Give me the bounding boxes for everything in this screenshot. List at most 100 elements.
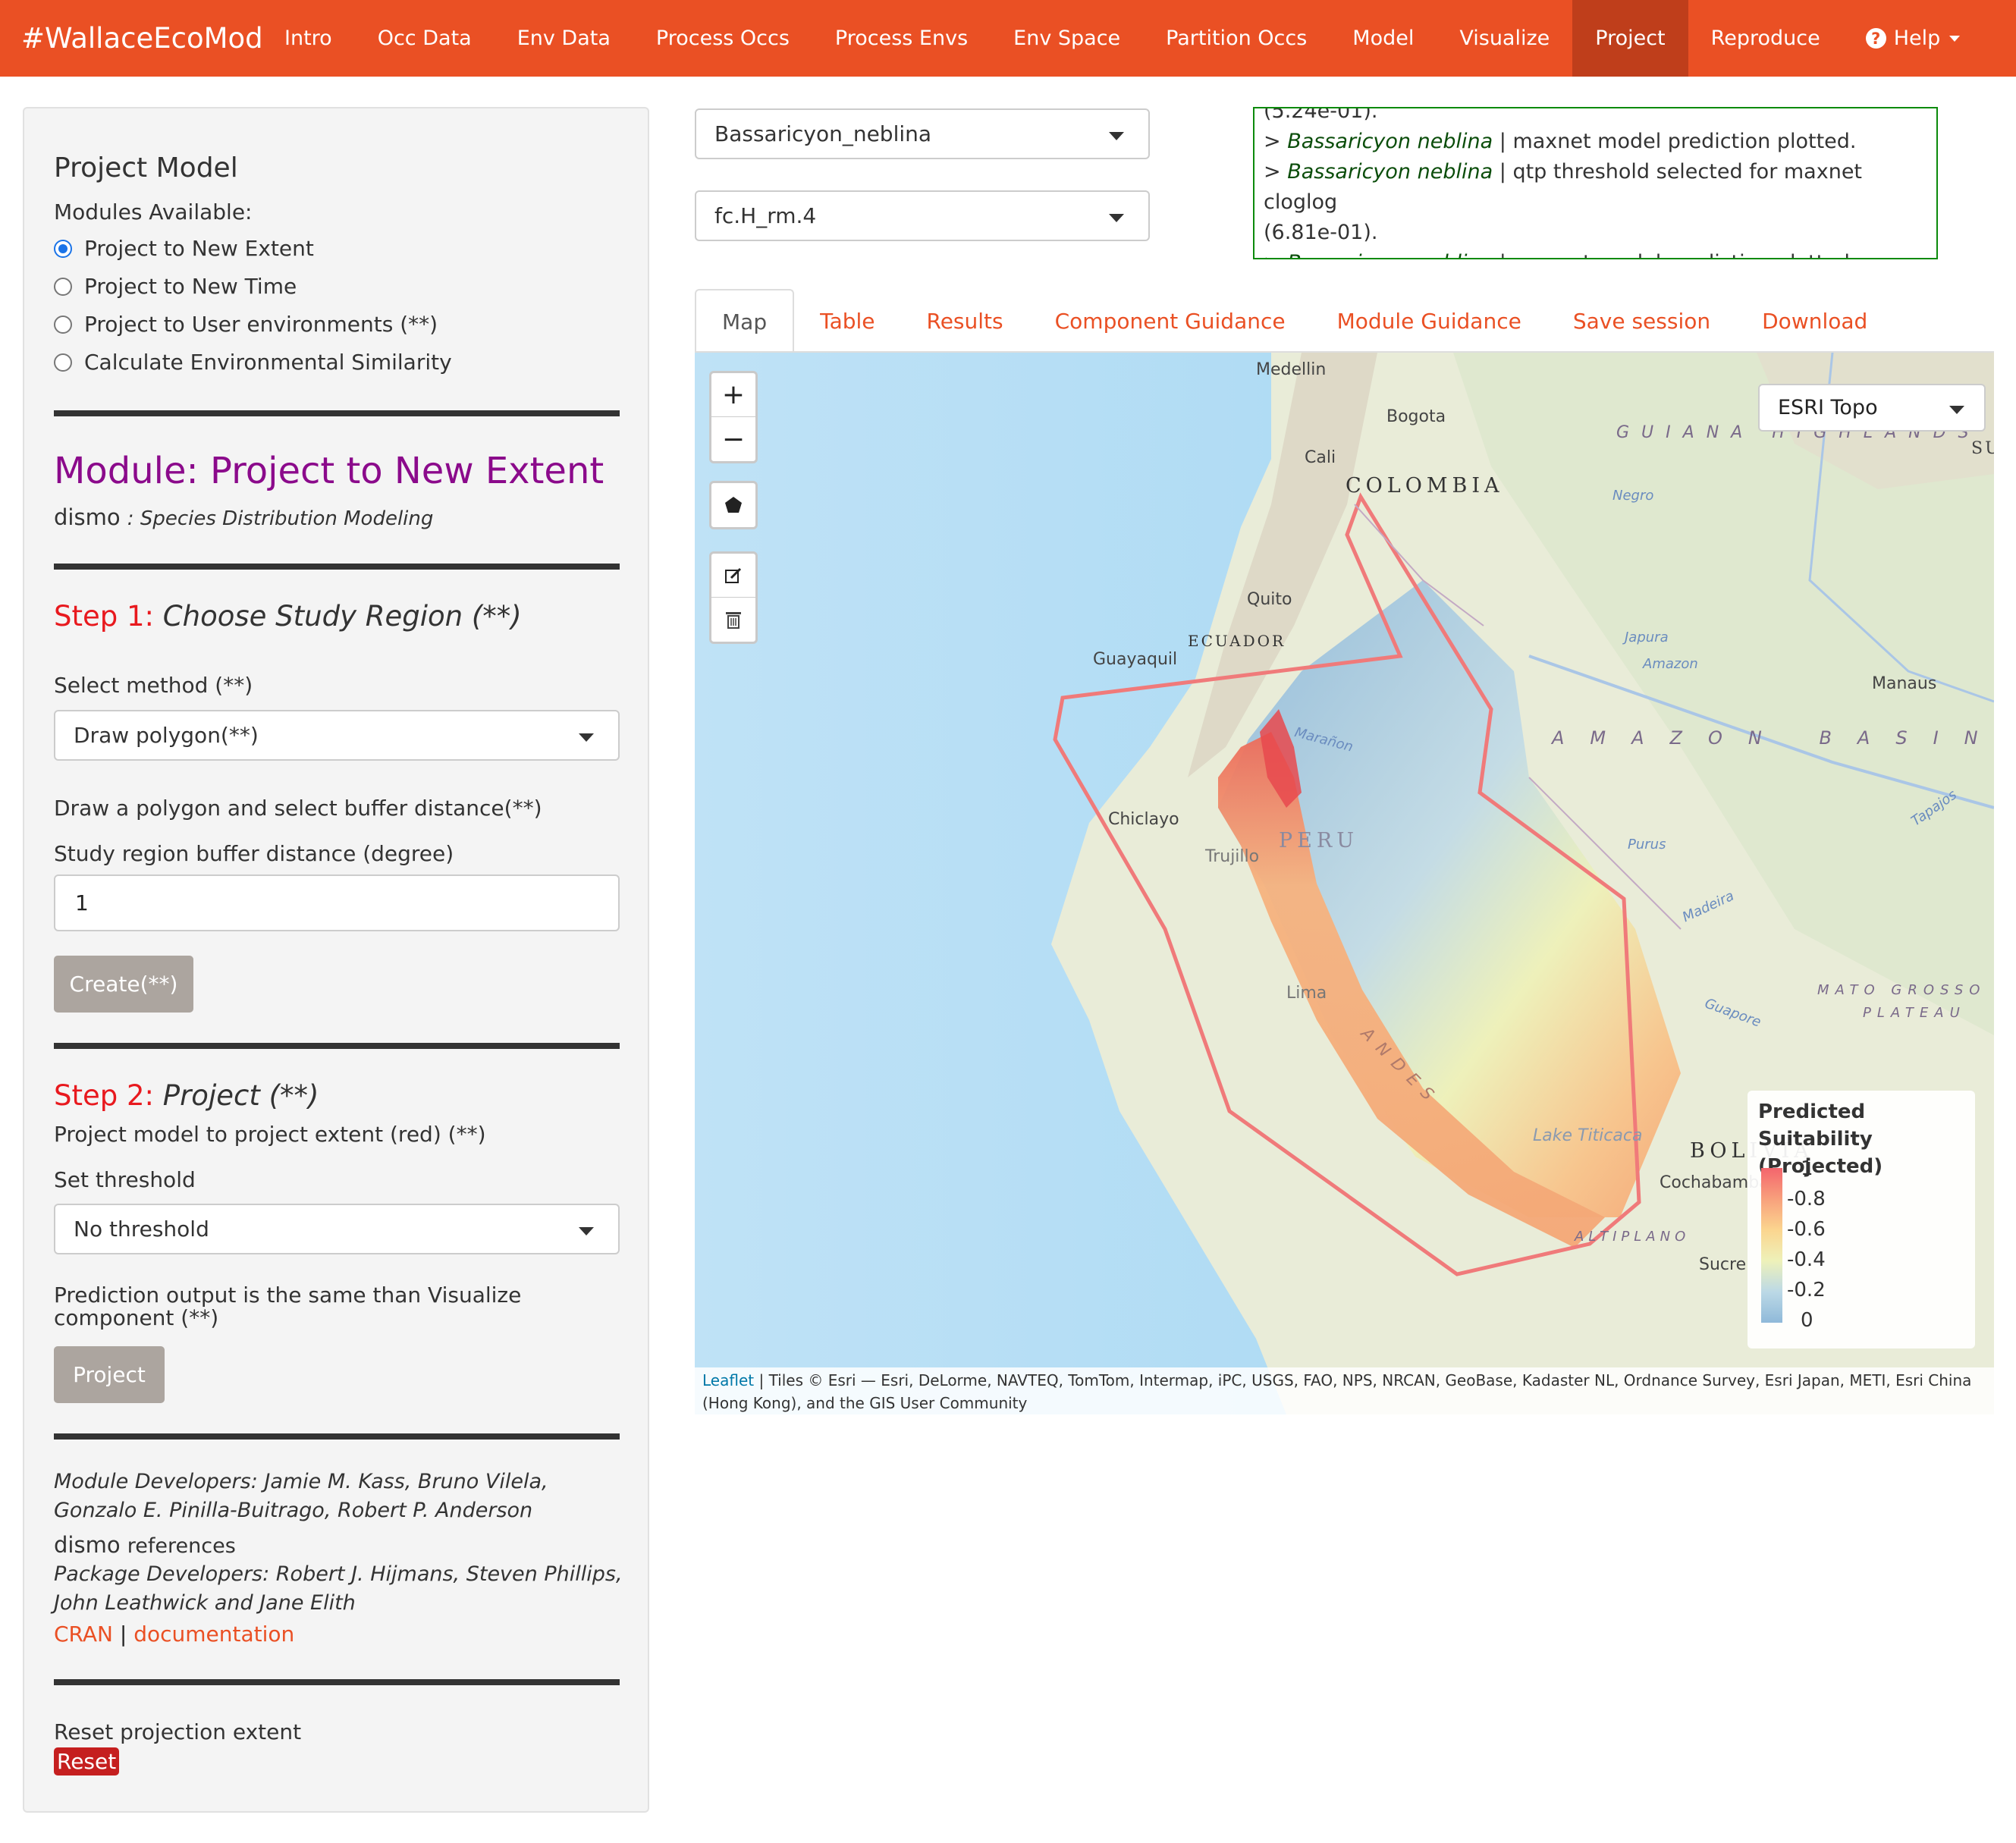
zoom-in-button[interactable]: + — [711, 373, 755, 417]
tab-module-guidance[interactable]: Module Guidance — [1311, 289, 1547, 353]
caret-down-icon — [1109, 214, 1124, 222]
zoom-out-button[interactable]: − — [711, 417, 755, 461]
map-label-negro: Negro — [1612, 488, 1654, 504]
tab-save-session[interactable]: Save session — [1547, 289, 1736, 353]
log-window[interactable]: (5.24e-01). > Bassaricyon neblina | maxn… — [1253, 107, 1938, 259]
divider — [54, 410, 620, 416]
documentation-link[interactable]: documentation — [133, 1622, 294, 1647]
reset-wrap: Reset — [54, 1747, 120, 1775]
package-developers: Package Developers: Robert J. Hijmans, S… — [54, 1562, 623, 1615]
map-label-cali: Cali — [1305, 448, 1336, 467]
create-button[interactable]: Create(**) — [54, 956, 193, 1013]
tab-table[interactable]: Table — [794, 289, 900, 353]
legend-tick-value: 0.4 — [1794, 1248, 1826, 1271]
nav-process-occs[interactable]: Process Occs — [633, 0, 812, 77]
radio-env-similarity[interactable]: Calculate Environmental Similarity — [54, 350, 452, 375]
legend-title: Predicted Suitability (Projected) — [1758, 1100, 1883, 1178]
divider — [54, 1043, 620, 1049]
log-line: (6.81e-01). — [1264, 221, 1378, 244]
map-label-sucre: Sucre — [1699, 1255, 1747, 1274]
nav-project[interactable]: Project — [1572, 0, 1688, 77]
map-label-sur: SUR — [1971, 439, 1994, 458]
basemap-value: ESRI Topo — [1778, 396, 1878, 419]
basemap-dropdown[interactable]: ESRI Topo — [1758, 384, 1986, 432]
attribution-text: | Tiles © Esri — Esri, DeLorme, NAVTEQ, … — [702, 1371, 1972, 1412]
legend-tick: -0.2 — [1787, 1279, 1826, 1301]
select-method-label: Select method (**) — [54, 673, 253, 698]
select-method-dropdown[interactable]: Draw polygon(**) — [54, 710, 620, 761]
references-line: dismo references — [54, 1532, 236, 1558]
log-prefix: > — [1264, 130, 1281, 153]
log-pipe: | — [1499, 251, 1506, 258]
log-pipe: | — [1499, 160, 1506, 184]
delete-layers-button[interactable] — [711, 598, 755, 642]
nav-occ-data[interactable]: Occ Data — [355, 0, 495, 77]
map-label-guayaquil: Guayaquil — [1093, 650, 1178, 669]
caret-down-icon — [1109, 132, 1124, 140]
nav-items: Intro Occ Data Env Data Process Occs Pro… — [262, 0, 1983, 77]
select-method-value: Draw polygon(**) — [74, 723, 259, 748]
log-line: > Bassaricyon neblina | qtp threshold se… — [1264, 157, 1927, 218]
tab-results[interactable]: Results — [901, 289, 1029, 353]
legend-tick-value: 0.2 — [1794, 1279, 1826, 1301]
draw-polygon-button[interactable] — [711, 483, 755, 527]
tab-download[interactable]: Download — [1736, 289, 1893, 353]
map-label-manaus: Manaus — [1872, 674, 1937, 693]
radio-label: Project to User environments (**) — [84, 312, 438, 337]
divider — [54, 1679, 620, 1685]
leaflet-map[interactable]: Medellin Bogota Cali COLOMBIA Quito ECUA… — [695, 353, 1994, 1414]
nav-env-data[interactable]: Env Data — [495, 0, 633, 77]
project-button[interactable]: Project — [54, 1346, 165, 1403]
nav-help[interactable]: ? Help — [1843, 0, 1983, 77]
tab-component-guidance[interactable]: Component Guidance — [1029, 289, 1311, 353]
species-value: Bassaricyon_neblina — [714, 121, 932, 146]
brand-title[interactable]: #WallaceEcoMod — [0, 22, 263, 55]
panel-title: Project Model — [54, 152, 238, 184]
species-dropdown[interactable]: Bassaricyon_neblina — [695, 108, 1150, 159]
legend-tick: 0 — [1801, 1309, 1813, 1332]
nav-env-space[interactable]: Env Space — [991, 0, 1143, 77]
nav-model[interactable]: Model — [1330, 0, 1437, 77]
step1-heading: Step 1: Choose Study Region (**) — [54, 600, 522, 633]
refs-word: references — [127, 1534, 236, 1558]
radio-label: Project to New Time — [84, 274, 297, 299]
radio-icon[interactable] — [54, 315, 72, 334]
caret-down-icon — [1949, 35, 1961, 42]
reset-label: Reset projection extent — [54, 1719, 302, 1744]
map-label-bogota: Bogota — [1386, 407, 1446, 426]
radio-project-new-time[interactable]: Project to New Time — [54, 274, 297, 299]
radio-selected-icon[interactable] — [54, 239, 72, 258]
tab-map[interactable]: Map — [695, 289, 795, 353]
question-circle-icon: ? — [1865, 28, 1886, 49]
radio-icon[interactable] — [54, 353, 72, 372]
edit-layers-button[interactable] — [711, 554, 755, 598]
threshold-dropdown[interactable]: No threshold — [54, 1204, 620, 1254]
leaflet-link[interactable]: Leaflet — [702, 1371, 754, 1389]
nav-process-envs[interactable]: Process Envs — [812, 0, 991, 77]
radio-project-new-extent[interactable]: Project to New Extent — [54, 236, 314, 261]
radio-icon[interactable] — [54, 277, 72, 296]
legend-tick-value: 0.6 — [1794, 1218, 1826, 1241]
map-label-quito: Quito — [1247, 590, 1292, 609]
step2-heading: Step 2: Project (**) — [54, 1079, 319, 1112]
cran-link[interactable]: CRAN — [54, 1622, 113, 1647]
map-label-trujillo: Trujillo — [1205, 847, 1260, 866]
nav-partition-occs[interactable]: Partition Occs — [1143, 0, 1330, 77]
map-label-purus: Purus — [1628, 837, 1666, 852]
package-desc: : Species Distribution Modeling — [127, 507, 434, 530]
step-title: Project (**) — [162, 1079, 319, 1112]
draw-help-text: Draw a polygon and select buffer distanc… — [54, 796, 542, 821]
legend-tick: 1 — [1801, 1157, 1813, 1180]
map-legend: Predicted Suitability (Projected) 1 -0.8… — [1748, 1091, 1975, 1348]
nav-visualize[interactable]: Visualize — [1437, 0, 1572, 77]
model-dropdown[interactable]: fc.H_rm.4 — [695, 190, 1150, 241]
map-label-amazon-river: Amazon — [1643, 656, 1698, 672]
buffer-input[interactable]: 1 — [54, 874, 620, 931]
radio-project-user-env[interactable]: Project to User environments (**) — [54, 312, 438, 337]
nav-reproduce[interactable]: Reproduce — [1688, 0, 1843, 77]
nav-intro[interactable]: Intro — [262, 0, 355, 77]
legend-tick: -0.4 — [1787, 1248, 1826, 1271]
reset-button[interactable]: Reset — [54, 1747, 120, 1775]
modules-label: Modules Available: — [54, 199, 253, 224]
log-line: > Bassaricyon neblina | maxnet model pre… — [1264, 248, 1927, 258]
